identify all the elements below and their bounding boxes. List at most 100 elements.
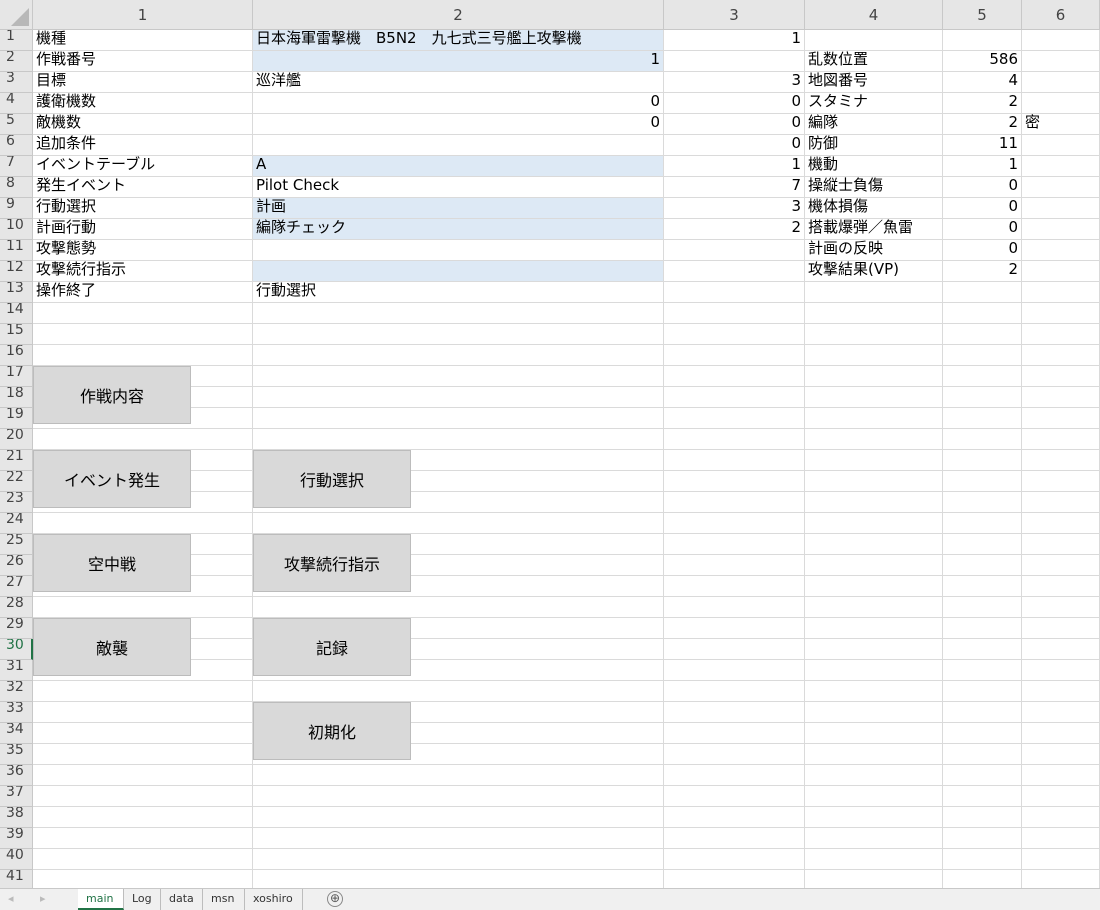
column-header-3[interactable]: 3 xyxy=(664,0,805,30)
row-header-36[interactable]: 36 xyxy=(0,765,33,786)
grid-cell[interactable] xyxy=(1022,30,1100,51)
cell-r1-c2[interactable]: 日本海軍雷撃機 B5N2 九七式三号艦上攻撃機 xyxy=(253,29,664,51)
cell-r4-c5[interactable]: 2 xyxy=(943,92,1022,114)
grid-cell[interactable] xyxy=(1022,744,1100,765)
grid-cell[interactable] xyxy=(664,471,805,492)
grid-cell[interactable] xyxy=(943,597,1022,618)
grid-cell[interactable] xyxy=(33,513,253,534)
cell-r1-c1[interactable]: 機種 xyxy=(33,29,253,51)
grid-cell[interactable] xyxy=(1022,429,1100,450)
grid-cell[interactable] xyxy=(33,765,253,786)
cell-r5-c4[interactable]: 編隊 xyxy=(805,113,943,135)
grid-cell[interactable] xyxy=(664,429,805,450)
grid-cell[interactable] xyxy=(1022,702,1100,723)
select-all-corner[interactable] xyxy=(0,0,33,30)
row-header-14[interactable]: 14 xyxy=(0,303,33,324)
row-header-4[interactable]: 4 xyxy=(0,93,33,114)
grid-cell[interactable] xyxy=(664,51,805,72)
grid-cell[interactable] xyxy=(805,30,943,51)
grid-cell[interactable] xyxy=(253,828,664,849)
grid-cell[interactable] xyxy=(943,744,1022,765)
cell-r1-c3[interactable]: 1 xyxy=(664,29,805,51)
grid-cell[interactable] xyxy=(664,723,805,744)
row-header-8[interactable]: 8 xyxy=(0,177,33,198)
grid-cell[interactable] xyxy=(253,681,664,702)
cell-r5-c3[interactable]: 0 xyxy=(664,113,805,135)
grid-cell[interactable] xyxy=(943,492,1022,513)
cell-r3-c4[interactable]: 地図番号 xyxy=(805,71,943,93)
grid-cell[interactable] xyxy=(805,450,943,471)
grid-cell[interactable] xyxy=(1022,387,1100,408)
grid-cell[interactable] xyxy=(1022,240,1100,261)
cell-r13-c2[interactable]: 行動選択 xyxy=(253,281,664,303)
grid-cell[interactable] xyxy=(664,765,805,786)
cell-r10-c2[interactable]: 編隊チェック xyxy=(253,218,664,240)
cell-r8-c1[interactable]: 発生イベント xyxy=(33,176,253,198)
grid-cell[interactable] xyxy=(943,534,1022,555)
cell-r10-c5[interactable]: 0 xyxy=(943,218,1022,240)
grid-cell[interactable] xyxy=(664,408,805,429)
grid-cell[interactable] xyxy=(805,765,943,786)
row-header-3[interactable]: 3 xyxy=(0,72,33,93)
grid-cell[interactable] xyxy=(805,513,943,534)
grid-cell[interactable] xyxy=(253,135,664,156)
grid-cell[interactable] xyxy=(805,534,943,555)
grid-cell[interactable] xyxy=(664,870,805,888)
grid-cell[interactable] xyxy=(253,807,664,828)
grid-cell[interactable] xyxy=(664,849,805,870)
grid-cell[interactable] xyxy=(33,702,253,723)
grid-cell[interactable] xyxy=(253,303,664,324)
grid-cell[interactable] xyxy=(805,408,943,429)
cell-r9-c5[interactable]: 0 xyxy=(943,197,1022,219)
grid-cell[interactable] xyxy=(664,702,805,723)
grid-cell[interactable] xyxy=(1022,135,1100,156)
cell-r6-c1[interactable]: 追加条件 xyxy=(33,134,253,156)
grid-cell[interactable] xyxy=(253,366,664,387)
cell-r12-c4[interactable]: 攻撃結果(VP) xyxy=(805,260,943,282)
row-header-11[interactable]: 11 xyxy=(0,240,33,261)
row-header-20[interactable]: 20 xyxy=(0,429,33,450)
grid-cell[interactable] xyxy=(1022,261,1100,282)
grid-cell[interactable] xyxy=(805,828,943,849)
cell-r10-c3[interactable]: 2 xyxy=(664,218,805,240)
cell-r4-c3[interactable]: 0 xyxy=(664,92,805,114)
grid-cell[interactable] xyxy=(1022,471,1100,492)
row-header-38[interactable]: 38 xyxy=(0,807,33,828)
cell-r12-c5[interactable]: 2 xyxy=(943,260,1022,282)
grid-cell[interactable] xyxy=(805,786,943,807)
row-header-12[interactable]: 12 xyxy=(0,261,33,282)
grid-cell[interactable] xyxy=(253,786,664,807)
column-header-1[interactable]: 1 xyxy=(33,0,253,30)
grid-cell[interactable] xyxy=(943,345,1022,366)
row-header-10[interactable]: 10 xyxy=(0,219,33,240)
tab-scroll-right-icon[interactable]: ▸ xyxy=(40,892,46,905)
grid-cell[interactable] xyxy=(664,345,805,366)
cell-r5-c5[interactable]: 2 xyxy=(943,113,1022,135)
row-header-40[interactable]: 40 xyxy=(0,849,33,870)
grid-cell[interactable] xyxy=(1022,93,1100,114)
row-header-22[interactable]: 22 xyxy=(0,471,33,492)
grid-cell[interactable] xyxy=(664,450,805,471)
grid-cell[interactable] xyxy=(943,660,1022,681)
cell-r11-c1[interactable]: 攻撃態勢 xyxy=(33,239,253,261)
grid-cell[interactable] xyxy=(1022,576,1100,597)
cell-r6-c5[interactable]: 11 xyxy=(943,134,1022,156)
grid-cell[interactable] xyxy=(805,807,943,828)
grid-cell[interactable] xyxy=(943,513,1022,534)
grid-cell[interactable] xyxy=(253,387,664,408)
grid-cell[interactable] xyxy=(253,849,664,870)
row-header-27[interactable]: 27 xyxy=(0,576,33,597)
grid-cell[interactable] xyxy=(253,240,664,261)
grid-cell[interactable] xyxy=(943,30,1022,51)
cell-r12-c1[interactable]: 攻撃続行指示 xyxy=(33,260,253,282)
grid-cell[interactable] xyxy=(805,366,943,387)
grid-cell[interactable] xyxy=(664,492,805,513)
cell-r5-c6[interactable]: 密 xyxy=(1022,113,1100,135)
grid-cell[interactable] xyxy=(33,723,253,744)
row-header-21[interactable]: 21 xyxy=(0,450,33,471)
grid-cell[interactable] xyxy=(943,324,1022,345)
row-header-16[interactable]: 16 xyxy=(0,345,33,366)
cell-r3-c1[interactable]: 目標 xyxy=(33,71,253,93)
cell-r9-c3[interactable]: 3 xyxy=(664,197,805,219)
aircombat-button[interactable]: 空中戦 xyxy=(33,534,191,592)
